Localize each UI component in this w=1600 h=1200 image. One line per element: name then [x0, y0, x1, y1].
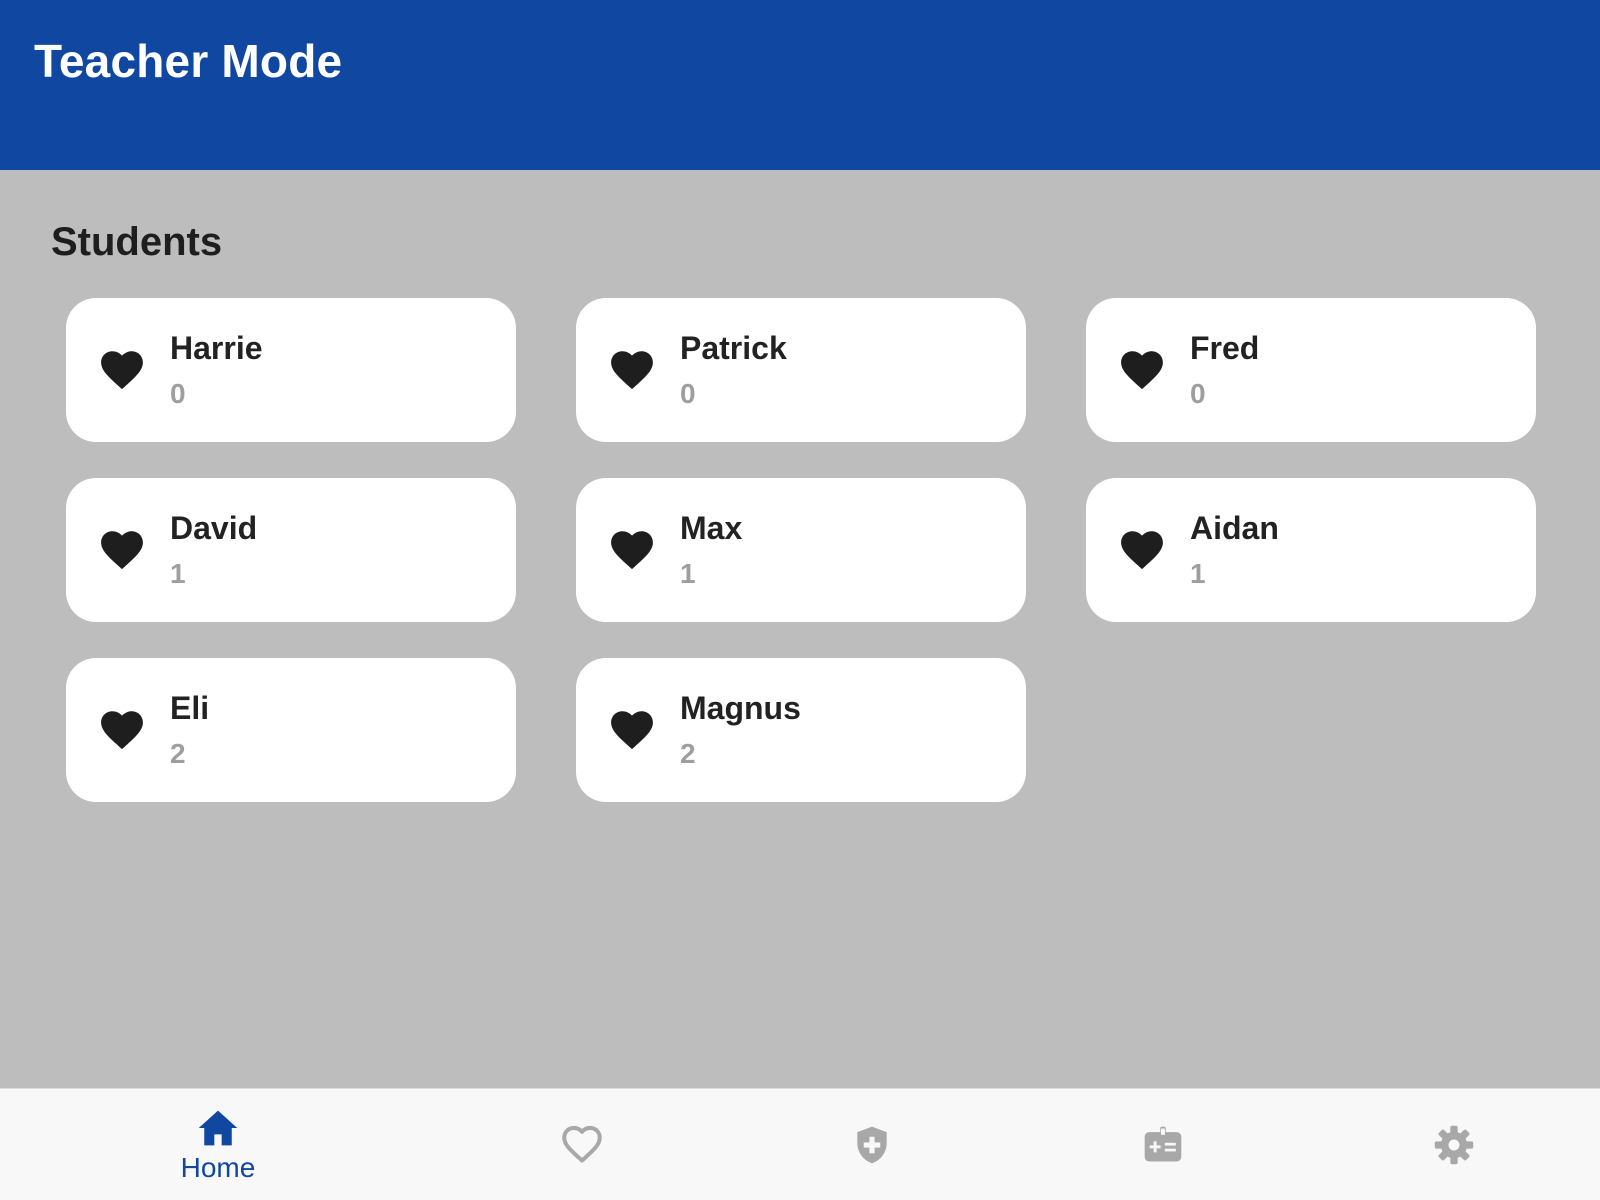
- student-card[interactable]: Max 1: [576, 478, 1026, 622]
- main-content: Students Harrie 0 Patrick 0 Fred 0 David…: [0, 170, 1600, 1088]
- student-card[interactable]: Eli 2: [66, 658, 516, 802]
- heart-icon: [1120, 350, 1164, 390]
- medical-id-icon: [1144, 1126, 1182, 1162]
- section-title-students: Students: [51, 220, 223, 264]
- heart-icon: [100, 710, 144, 750]
- home-icon: [198, 1110, 238, 1146]
- student-grid: Harrie 0 Patrick 0 Fred 0 David 1 Max 1 …: [66, 298, 1536, 802]
- page-title: Teacher Mode: [34, 35, 343, 87]
- heart-icon: [100, 530, 144, 570]
- tab-home-label: Home: [180, 1152, 256, 1183]
- student-card[interactable]: Harrie 0: [66, 298, 516, 442]
- student-count: 0: [170, 378, 186, 409]
- heart-icon: [610, 350, 654, 390]
- tab-favorites[interactable]: [462, 1089, 702, 1200]
- heart-icon: [610, 530, 654, 570]
- student-card[interactable]: Fred 0: [1086, 298, 1536, 442]
- student-card[interactable]: David 1: [66, 478, 516, 622]
- student-count: 2: [170, 738, 186, 769]
- heart-outline-icon: [562, 1125, 602, 1163]
- student-count: 1: [680, 558, 696, 589]
- student-name: Patrick: [680, 330, 787, 366]
- app-root: Teacher Mode Students Harrie 0 Patrick 0: [0, 0, 1600, 1200]
- student-name: Fred: [1190, 330, 1260, 366]
- shield-plus-icon: [857, 1126, 887, 1164]
- student-name: Harrie: [170, 330, 263, 366]
- tab-home[interactable]: Home: [98, 1089, 338, 1200]
- student-card[interactable]: Magnus 2: [576, 658, 1026, 802]
- student-count: 0: [1190, 378, 1206, 409]
- student-name: Magnus: [680, 690, 801, 726]
- student-count: 1: [170, 558, 186, 589]
- tab-settings[interactable]: [1334, 1089, 1574, 1200]
- tab-safety[interactable]: [752, 1089, 992, 1200]
- student-count: 0: [680, 378, 696, 409]
- student-card[interactable]: Aidan 1: [1086, 478, 1536, 622]
- student-name: David: [170, 510, 258, 546]
- bottom-tab-bar: Home: [0, 1088, 1600, 1200]
- student-count: 2: [680, 738, 696, 769]
- student-name: Eli: [170, 690, 210, 726]
- student-name: Max: [680, 510, 743, 546]
- heart-icon: [610, 710, 654, 750]
- app-header: Teacher Mode: [0, 0, 1600, 170]
- student-name: Aidan: [1190, 510, 1279, 546]
- student-card[interactable]: Patrick 0: [576, 298, 1026, 442]
- gear-icon: [1434, 1125, 1474, 1165]
- heart-icon: [1120, 530, 1164, 570]
- heart-icon: [100, 350, 144, 390]
- tab-medical[interactable]: [1043, 1089, 1283, 1200]
- student-count: 1: [1190, 558, 1206, 589]
